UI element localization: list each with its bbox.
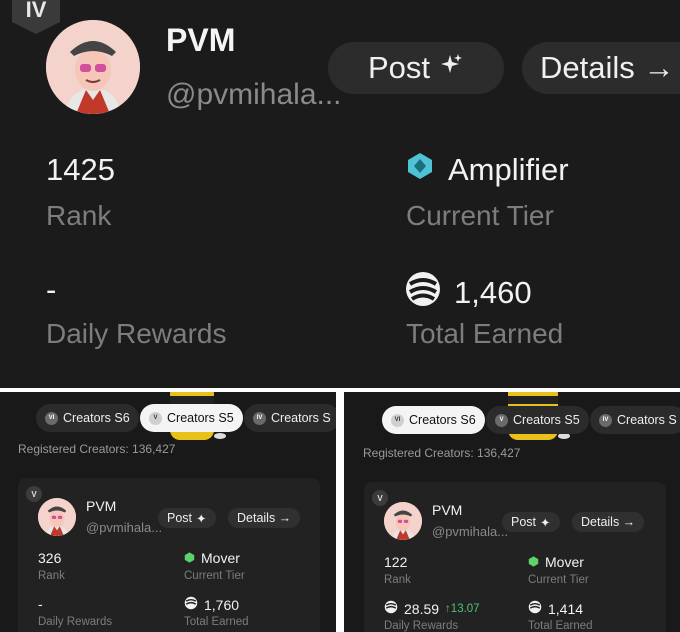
tab-creators-s4[interactable]: IV Creators S xyxy=(244,404,336,432)
tab-label: Creators S5 xyxy=(513,413,580,427)
tier-value: Mover xyxy=(528,554,584,570)
coin-icon xyxy=(384,600,398,617)
tier-badge: IV xyxy=(12,0,60,34)
daily-rewards-value: - xyxy=(46,272,57,307)
tier-label: Current Tier xyxy=(406,200,554,231)
total-earned-label: Total Earned xyxy=(406,318,564,349)
rank-value: 326 xyxy=(38,550,62,566)
sparkle-icon xyxy=(438,50,464,86)
daily-rewards-label: Daily Rewards xyxy=(384,620,459,632)
season-icon: IV xyxy=(599,413,612,427)
total-earned-label: Total Earned xyxy=(184,616,249,628)
tier-value-text: Amplifier xyxy=(448,152,569,187)
season-icon: V xyxy=(495,413,508,427)
total-earned-value: 1,460 xyxy=(404,270,532,316)
season-tabs: VI Creators S6 V Creators S5 IV Creators… xyxy=(0,404,336,434)
gem-icon xyxy=(528,554,539,570)
rank-value: 1425 xyxy=(46,152,115,187)
total-earned-value: 1,760 xyxy=(184,596,239,613)
avatar[interactable] xyxy=(384,502,422,540)
daily-delta: ↑13.07 xyxy=(445,602,480,615)
daily-rewards-value: - xyxy=(38,596,43,612)
tier-badge: V xyxy=(26,486,42,502)
post-button[interactable]: Post xyxy=(328,42,504,94)
daily-rewards-label: Daily Rewards xyxy=(46,318,227,349)
tab-label: Creators S xyxy=(271,411,331,425)
profile-name: PVM xyxy=(432,502,463,518)
profile-card-large: IV PVM @pvmihala... Post Details → 1425 … xyxy=(0,0,680,388)
details-button[interactable]: Details → xyxy=(572,512,645,532)
season-tabs: VI Creators S6 V Creators S5 IV Creators… xyxy=(344,404,680,434)
registered-creators: Registered Creators: 136,427 xyxy=(18,442,176,456)
tab-label: Creators S xyxy=(617,413,677,427)
gem-icon xyxy=(184,550,195,566)
tab-creators-s6[interactable]: VI Creators S6 xyxy=(382,406,485,434)
details-button[interactable]: Details → xyxy=(228,508,301,528)
sparkle-icon: ✦ xyxy=(196,511,207,526)
avatar[interactable] xyxy=(38,498,76,536)
tier-value-text: Mover xyxy=(201,550,240,566)
daily-rewards-text: 28.59 xyxy=(404,600,440,617)
rank-value: 122 xyxy=(384,554,408,570)
details-label: Details → xyxy=(540,50,675,85)
post-button[interactable]: Post ✦ xyxy=(502,512,560,532)
post-label: Post xyxy=(367,50,431,85)
daily-rewards-label: Daily Rewards xyxy=(38,616,113,628)
coin-icon xyxy=(184,596,198,613)
coin-icon xyxy=(528,600,542,617)
post-label: Post xyxy=(167,511,193,525)
details-button[interactable]: Details → xyxy=(522,42,680,94)
total-earned-text: 1,460 xyxy=(454,275,532,310)
tab-creators-s5[interactable]: V Creators S5 xyxy=(140,404,243,432)
tier-value: Amplifier xyxy=(406,152,569,188)
profile-handle: @pvmihala... xyxy=(432,524,509,539)
details-label: Details → xyxy=(581,515,636,529)
total-earned-text: 1,760 xyxy=(204,596,240,613)
tier-label: Current Tier xyxy=(528,574,589,586)
tier-value-text: Mover xyxy=(545,554,584,570)
total-earned-value: 1,414 xyxy=(528,600,583,617)
avatar[interactable] xyxy=(46,20,140,114)
post-button[interactable]: Post ✦ xyxy=(158,508,216,528)
tier-badge: V xyxy=(372,490,388,506)
gem-icon xyxy=(406,152,434,188)
registered-creators: Registered Creators: 136,427 xyxy=(363,446,521,460)
rank-label: Rank xyxy=(38,570,65,582)
profile-handle: @pvmihala... xyxy=(86,520,163,535)
coin-icon xyxy=(404,270,442,316)
post-label: Post xyxy=(511,515,537,529)
rank-label: Rank xyxy=(46,200,112,231)
profile-name: PVM xyxy=(166,22,236,58)
season-panel-s6: VI Creators S6 V Creators S5 IV Creators… xyxy=(344,392,680,632)
season-icon: IV xyxy=(253,411,266,425)
tab-label: Creators S5 xyxy=(167,411,234,425)
season-icon: VI xyxy=(391,413,404,427)
season-panel-s5: VI Creators S6 V Creators S5 IV Creators… xyxy=(0,392,336,632)
tab-label: Creators S6 xyxy=(409,413,476,427)
season-icon: VI xyxy=(45,411,58,425)
profile-handle: @pvmihala... xyxy=(166,78,342,111)
rank-label: Rank xyxy=(384,574,411,586)
tab-creators-s6[interactable]: VI Creators S6 xyxy=(36,404,139,432)
tab-creators-s4[interactable]: IV Creators S xyxy=(590,406,680,434)
profile-card: V PVM @pvmihala... Post ✦ Details → 326 … xyxy=(18,478,320,632)
daily-rewards-value: 28.59 ↑13.07 xyxy=(384,600,480,617)
tab-label: Creators S6 xyxy=(63,411,130,425)
total-earned-text: 1,414 xyxy=(548,600,584,617)
tab-creators-s5[interactable]: V Creators S5 xyxy=(486,406,589,434)
profile-name: PVM xyxy=(86,498,117,514)
sparkle-icon: ✦ xyxy=(540,515,551,530)
total-earned-label: Total Earned xyxy=(528,620,593,632)
tier-value: Mover xyxy=(184,550,240,566)
season-icon: V xyxy=(149,411,162,425)
tier-label: Current Tier xyxy=(184,570,245,582)
profile-card: V PVM @pvmihala... Post ✦ Details → 122 … xyxy=(364,482,666,632)
details-label: Details → xyxy=(237,511,292,525)
